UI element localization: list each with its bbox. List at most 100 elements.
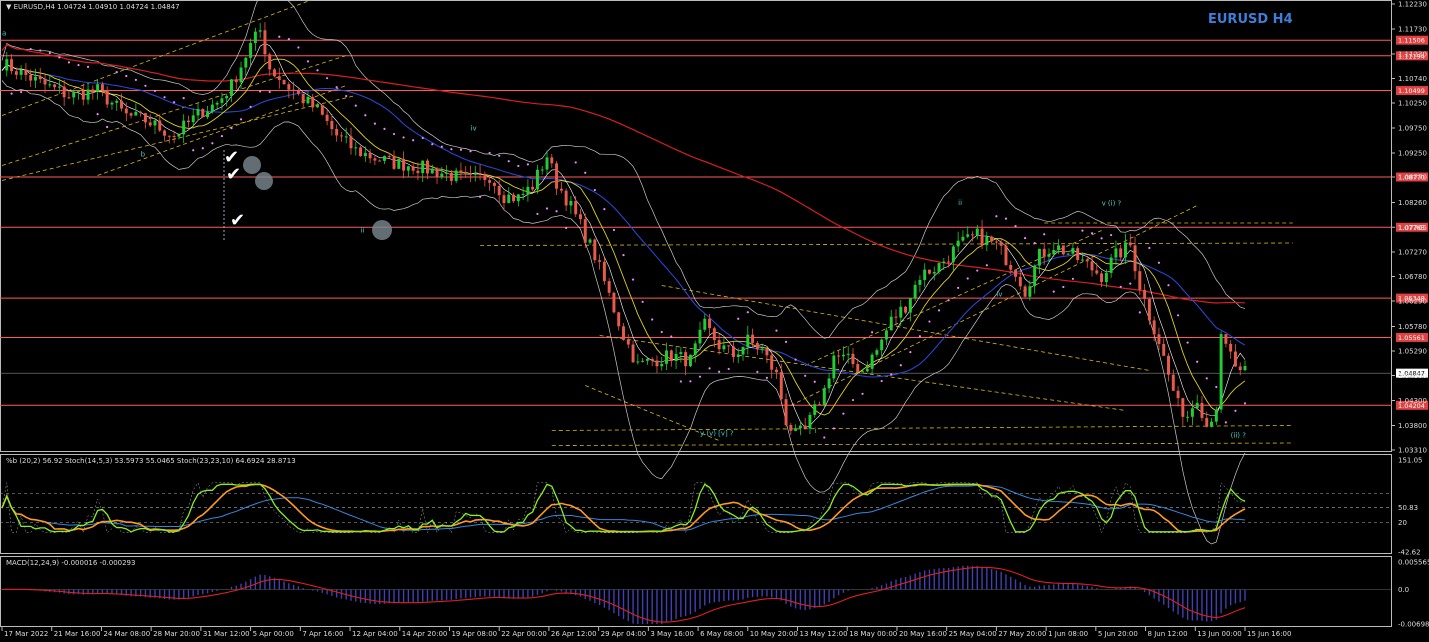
time-tick-label: 31 Mar 12:00 xyxy=(203,630,250,638)
candle-body xyxy=(961,236,965,241)
candle-body xyxy=(674,353,678,362)
candle-body xyxy=(167,135,171,137)
sar-dot xyxy=(259,90,262,93)
candle-body xyxy=(143,113,147,123)
price-tick-label: 1.09750 xyxy=(1398,125,1427,133)
sar-dot xyxy=(517,164,520,168)
price-tick-label: 1.11730 xyxy=(1398,26,1427,34)
candle-body xyxy=(846,353,850,355)
candle-body xyxy=(645,358,649,361)
level-tag-label: 1.10499 xyxy=(1398,87,1425,95)
candle-body xyxy=(688,354,692,367)
candle-body xyxy=(206,111,210,118)
time-tick-label: 12 Apr 04:00 xyxy=(352,630,398,638)
candle-body xyxy=(908,298,912,313)
candle-body xyxy=(851,353,855,365)
candle-body xyxy=(10,59,14,72)
candle-body xyxy=(244,57,248,68)
candle-body xyxy=(837,355,841,357)
candle-body xyxy=(392,156,396,169)
channel-line xyxy=(480,242,1293,246)
candle-body xyxy=(923,269,927,280)
candle-body xyxy=(966,234,970,237)
candle-body xyxy=(1066,253,1070,255)
osc-tick-label: -42.62 xyxy=(1398,549,1421,557)
candle-body xyxy=(794,428,798,431)
marker-circle xyxy=(255,172,273,190)
candle-body xyxy=(339,135,343,137)
candle-body xyxy=(574,200,578,215)
time-tick-label: 10 May 20:00 xyxy=(750,630,798,638)
candle-body xyxy=(110,102,114,105)
candle-body xyxy=(306,96,310,104)
candle-body xyxy=(1004,245,1008,265)
candle-body xyxy=(33,76,37,81)
candle-body xyxy=(1162,343,1166,356)
macd-tick-label: 0.005565 xyxy=(1398,559,1429,567)
candle-body xyxy=(387,156,391,158)
candle-body xyxy=(492,182,496,186)
candle-body xyxy=(684,352,688,367)
price-tick-label: 1.04300 xyxy=(1398,397,1427,405)
time-axis: 17 Mar 2022 21 Mar 16:00 24 Mar 08:00 28 Ma… xyxy=(1,627,1291,638)
sar-dot xyxy=(565,226,568,230)
candle-body xyxy=(148,122,152,126)
candle-body xyxy=(1037,248,1041,266)
ma-short-line xyxy=(1,58,1246,416)
candle-body xyxy=(469,173,472,175)
candle-body xyxy=(373,158,377,161)
candle-body xyxy=(292,89,296,91)
candle-body xyxy=(712,328,716,341)
sar-dot xyxy=(421,136,424,140)
sar-dot xyxy=(335,86,338,89)
sar-dot xyxy=(1043,233,1046,236)
wave-label: a xyxy=(2,30,6,38)
candle-body xyxy=(1100,273,1104,283)
macd-header: MACD(12,24,9) -0.000016 -0.000293 xyxy=(6,559,135,567)
candle-body xyxy=(827,378,831,389)
candle-body xyxy=(100,84,104,91)
sar-dot xyxy=(325,77,329,80)
time-tick-label: 13 Jun 00:00 xyxy=(1197,630,1241,638)
candle-body xyxy=(727,345,731,347)
candle-body xyxy=(81,90,85,100)
candle-body xyxy=(1061,245,1065,255)
candle-body xyxy=(679,352,683,354)
sar-dot xyxy=(297,46,300,49)
sar-dot xyxy=(1100,237,1103,240)
candle-body xyxy=(24,69,28,76)
candle-body xyxy=(899,306,903,318)
sar-dot xyxy=(1148,246,1151,250)
sar-dot xyxy=(861,392,864,395)
marker-circle xyxy=(243,156,261,174)
candle-body xyxy=(1233,351,1237,367)
sar-dot xyxy=(192,149,195,152)
candle-body xyxy=(234,79,238,83)
chart-canvas: 1.115061.111941.104991.087701.077651.063… xyxy=(0,0,1429,638)
candle-body xyxy=(1047,254,1051,257)
sar-dot xyxy=(603,207,606,211)
candle-body xyxy=(593,239,597,261)
candle-body xyxy=(832,355,836,379)
candle-body xyxy=(253,31,257,44)
candle-body xyxy=(693,343,697,355)
sar-dot xyxy=(412,139,415,142)
candle-body xyxy=(277,76,281,81)
candle-body xyxy=(636,361,640,363)
price-tick-label: 1.06780 xyxy=(1398,273,1427,281)
price-tick-label: 1.08770 xyxy=(1398,174,1427,182)
sar-dot xyxy=(574,161,577,164)
sar-dot xyxy=(584,171,587,174)
candle-body xyxy=(865,368,869,372)
sar-dot xyxy=(784,340,788,343)
sar-dot xyxy=(536,212,539,216)
sar-dot xyxy=(373,122,376,125)
candle-body xyxy=(330,120,334,130)
candle-body xyxy=(316,105,320,108)
candle-body xyxy=(229,79,233,96)
candle-body xyxy=(268,54,272,70)
sar-dot xyxy=(1176,314,1180,317)
sar-dot xyxy=(631,278,635,281)
channel-line xyxy=(551,425,1293,431)
candle-body xyxy=(86,89,90,100)
